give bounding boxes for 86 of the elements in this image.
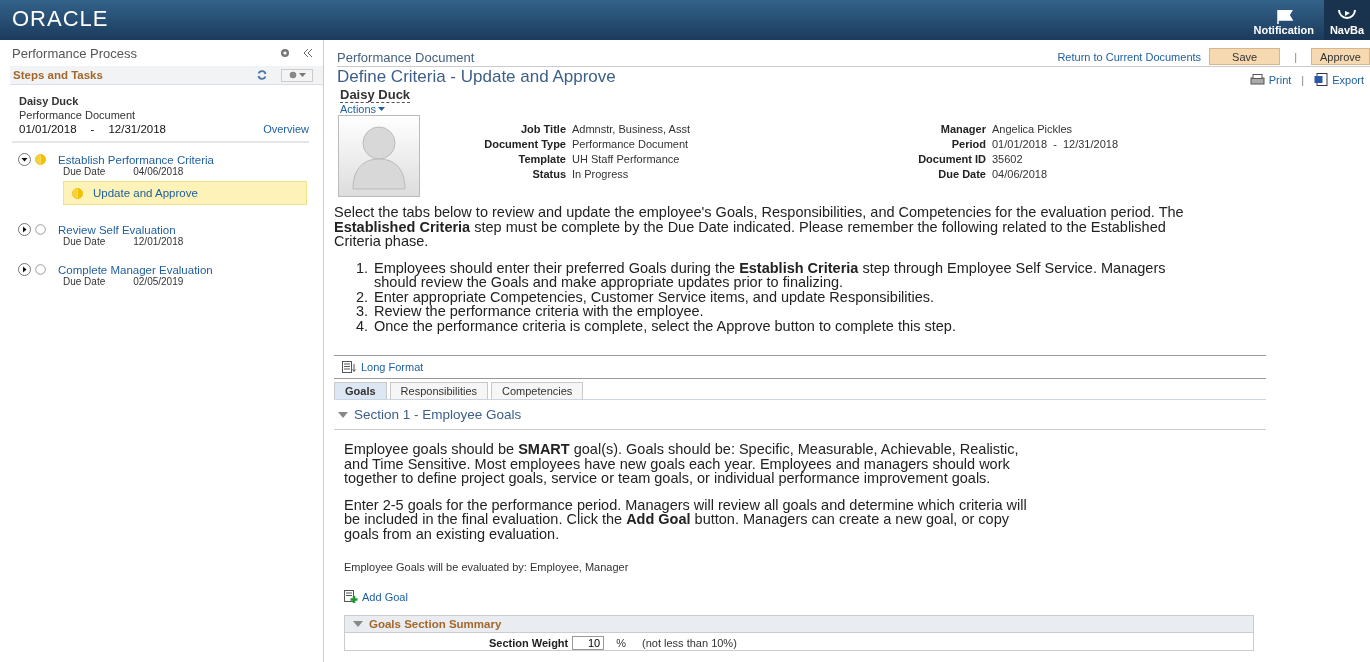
separator: | [1294,50,1297,63]
substep-link[interactable]: Update and Approve [93,187,198,199]
instruction-text: Enter appropriate Competencies, Customer Service items, and update Responsibilities. [374,289,936,304]
field-value: Performance Document [572,138,690,150]
due-date-label: Due Date [63,236,106,247]
field-value: 04/06/2018 [992,168,1049,180]
field-value: 35602 [992,153,1024,165]
employee-name: Daisy Duck [340,87,411,103]
field-label: Document ID [917,153,986,165]
add-document-icon [344,590,358,603]
section-paragraph: Employee goals should be SMART goal(s). Goals should be: Specific, Measurable, Achievable, Realistic, and Time Sensitive. Most employees have new goals each year. Employees and managers should work together to define project goals, service or team goals, or individual performance improvement goals. [344,442,1020,486]
return-link[interactable]: Return to Current Documents [1057,50,1202,63]
summary-title: Goals Section Summary [369,618,502,630]
instruction-text: Once the performance criteria is complete, select the Approve button to complete this step. [374,318,957,333]
add-goal-link[interactable]: Add Goal [362,590,408,603]
field-value: Admnstr, Business, Asst [572,123,691,135]
settings-icon[interactable] [280,48,290,58]
save-button[interactable]: Save [1209,48,1281,65]
section-title: Steps and Tasks [13,69,103,81]
settings-menu-button[interactable] [281,68,313,82]
field-value: 01/01/2018 - 12/31/2018 [992,138,1119,150]
document-type: Performance Document [19,109,137,121]
oracle-logo: ORACLE [11,5,109,33]
gear-icon [288,71,297,79]
list-number: 4. [356,318,368,333]
substep-item[interactable]: Update and Approve [63,181,307,205]
step-link[interactable]: Complete Manager Evaluation [58,263,213,276]
field-label: Section Weight [489,637,569,649]
export-link[interactable]: Export [1332,73,1364,86]
print-link[interactable]: Print [1268,73,1292,86]
expand-icon[interactable] [18,223,31,236]
step-link[interactable]: Establish Performance Criteria [58,153,214,166]
field-value: UH Staff Performance [572,153,681,165]
due-date: 12/01/2018 [133,236,184,247]
field-value: Angelica Pickles [992,123,1074,135]
step-link[interactable]: Review Self Evaluation [58,223,176,236]
instruction-text: Employees should enter their preferred Goals during the Establish Criteria step through Employee Self Service. Managers should review the Goals and make appropriate updates prior to finalizing. [374,260,1167,290]
period-start: 01/01/2018 [19,123,77,135]
actions-menu[interactable]: Actions [340,103,1370,115]
notification-button[interactable]: Notification [1243,0,1324,40]
field-label: Document Type [483,138,566,150]
employee-name: Daisy Duck [19,95,80,107]
navbar-button[interactable]: NavBa [1324,0,1370,40]
list-number: 3. [356,304,368,319]
intro-paragraph: Select the tabs below to review and update the employee's Goals, Responsibilities, and Competencies for the evaluation period. The Established Criteria step must be complete by the Due Date indicated. Please remember the following related to the Established Criteria phase. [334,205,1184,249]
refresh-icon[interactable] [257,70,267,80]
due-date-label: Due Date [63,166,106,177]
page-title: Define Criteria - Update and Approve [337,67,616,87]
field-label: Period [950,138,986,150]
evaluated-by-note: Employee Goals will be evaluated by: Employee, Manager [344,561,630,573]
caret-icon [378,107,386,111]
tab[interactable]: Goals [334,382,387,399]
section-title: Section 1 - Employee Goals [354,407,522,422]
field-label: Job Title [519,123,566,135]
due-date: 02/05/2019 [133,276,184,287]
field-label: Status [531,168,566,180]
overview-link[interactable]: Overview [263,123,309,135]
expand-icon[interactable] [18,263,31,276]
section-paragraph: Enter 2-5 goals for the performance period. Managers will review all goals and determine which criteria will be included in the final evaluation. Click the Add Goal button. Managers can create a new goal, or copy goals from an existing evaluation. [344,497,1028,541]
weight-hint: (not less than 10%) [642,637,737,649]
approve-button[interactable]: Approve [1311,48,1370,65]
field-value: In Progress [572,168,630,180]
collapse-panel-icon[interactable] [304,49,313,57]
list-number: 1. [356,260,368,278]
document-icon [1314,73,1329,86]
printer-icon [1249,74,1265,85]
field-label: Manager [939,123,986,135]
field-label: Due Date [937,168,986,180]
list-icon [342,361,357,373]
section-weight-input[interactable]: 10 [572,636,605,650]
long-format-link[interactable]: Long Format [361,361,424,373]
instruction-text: Review the performance criteria with the employee. [374,304,705,319]
field-label: Template [517,153,566,165]
collapse-icon[interactable] [18,153,31,166]
period-separator: - [90,123,95,135]
breadcrumb: Performance Document [337,50,475,65]
list-number: 2. [356,289,368,304]
tab[interactable]: Responsibilities [389,382,488,399]
panel-title: Performance Process [12,45,137,61]
caret-icon [298,73,306,77]
due-date: 04/06/2018 [133,166,184,177]
percent-unit: % [616,637,627,649]
due-date-label: Due Date [63,276,106,287]
separator: | [1301,73,1305,86]
period-end: 12/31/2018 [108,123,166,135]
tab[interactable]: Competencies [491,382,584,399]
